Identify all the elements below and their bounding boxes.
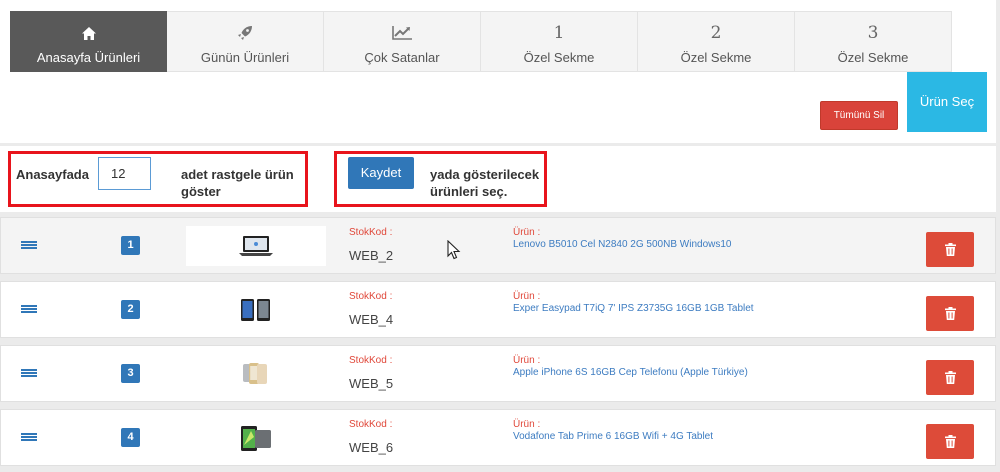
drag-handle-icon[interactable] bbox=[21, 305, 37, 316]
stock-code-value: WEB_2 bbox=[349, 248, 394, 263]
order-badge: 1 bbox=[121, 236, 140, 255]
count-prefix-label: Anasayfada bbox=[16, 167, 89, 182]
product-name-link[interactable]: Lenovo B5010 Cel N2840 2G 500NB Windows1… bbox=[513, 239, 731, 250]
drag-handle-icon[interactable] bbox=[21, 369, 37, 380]
trash-icon bbox=[944, 371, 956, 384]
alt-text-line1: yada gösterilecek bbox=[430, 167, 540, 182]
tab-custom-2[interactable]: 2 Özel Sekme bbox=[638, 11, 795, 72]
product-row: 4 StokKod : WEB_6 Ürün : Vodafone Tab Pr… bbox=[0, 409, 996, 466]
tab-daily-products[interactable]: Günün Ürünleri bbox=[167, 11, 324, 72]
stock-code-label: StokKod : bbox=[349, 419, 393, 430]
product-row: 1 StokKod : WEB_2 Ürün : Lenovo B5010 Ce… bbox=[0, 217, 996, 274]
product-row: 2 StokKod : WEB_4 Ürün : Exper Easypad T… bbox=[0, 281, 996, 338]
product-label: Ürün : bbox=[513, 291, 541, 302]
drag-handle-icon[interactable] bbox=[21, 241, 37, 252]
product-label: Ürün : bbox=[513, 419, 541, 430]
order-badge: 3 bbox=[121, 364, 140, 383]
delete-button[interactable] bbox=[926, 424, 974, 459]
product-label: Ürün : bbox=[513, 355, 541, 366]
mouse-cursor-icon bbox=[447, 240, 461, 260]
tab-label: Özel Sekme bbox=[680, 50, 752, 65]
stock-code-value: WEB_4 bbox=[349, 312, 394, 327]
select-products-button[interactable]: Ürün Seç bbox=[907, 72, 987, 132]
tab-label: Özel Sekme bbox=[837, 50, 909, 65]
tab-label: Anasayfa Ürünleri bbox=[36, 50, 141, 65]
rocket-icon bbox=[167, 23, 323, 43]
product-name-link[interactable]: Apple iPhone 6S 16GB Cep Telefonu (Apple… bbox=[513, 367, 748, 378]
product-label: Ürün : bbox=[513, 227, 541, 238]
trash-icon bbox=[944, 243, 956, 256]
count-suffix-line2: göster bbox=[181, 184, 221, 199]
product-thumbnail bbox=[186, 226, 326, 266]
delete-button[interactable] bbox=[926, 296, 974, 331]
tab-number: 2 bbox=[710, 23, 722, 43]
save-button[interactable]: Kaydet bbox=[348, 157, 414, 189]
product-name-link[interactable]: Vodafone Tab Prime 6 16GB Wifi + 4G Tabl… bbox=[513, 431, 713, 442]
stock-code-label: StokKod : bbox=[349, 227, 393, 238]
product-name-link[interactable]: Exper Easypad T7iQ 7' IPS Z3735G 16GB 1G… bbox=[513, 303, 754, 314]
tab-number: 1 bbox=[553, 23, 565, 43]
count-suffix-line1: adet rastgele ürün bbox=[181, 167, 294, 182]
random-count-input[interactable] bbox=[98, 157, 151, 190]
tab-number: 3 bbox=[867, 23, 879, 43]
product-thumbnail bbox=[186, 354, 326, 394]
stock-code-label: StokKod : bbox=[349, 355, 393, 366]
tab-best-sellers[interactable]: Çok Satanlar bbox=[324, 11, 481, 72]
random-products-settings: Anasayfada adet rastgele ürün göster Kay… bbox=[0, 146, 996, 212]
line-chart-icon bbox=[324, 23, 480, 43]
tab-custom-3[interactable]: 3 Özel Sekme bbox=[795, 11, 952, 72]
home-icon bbox=[11, 23, 166, 43]
stock-code-value: WEB_6 bbox=[349, 440, 394, 455]
order-badge: 4 bbox=[121, 428, 140, 447]
tab-bar: Anasayfa Ürünleri Günün Ürünleri Çok Sat… bbox=[10, 11, 952, 72]
trash-icon bbox=[944, 307, 956, 320]
product-thumbnail bbox=[186, 418, 326, 458]
drag-handle-icon[interactable] bbox=[21, 433, 37, 444]
tab-label: Çok Satanlar bbox=[364, 50, 440, 65]
delete-button[interactable] bbox=[926, 232, 974, 267]
tabs-panel: Anasayfa Ürünleri Günün Ürünleri Çok Sat… bbox=[0, 0, 996, 143]
tab-homepage-products[interactable]: Anasayfa Ürünleri bbox=[10, 11, 167, 72]
order-badge: 2 bbox=[121, 300, 140, 319]
stock-code-value: WEB_5 bbox=[349, 376, 394, 391]
stock-code-label: StokKod : bbox=[349, 291, 393, 302]
tab-label: Özel Sekme bbox=[523, 50, 595, 65]
trash-icon bbox=[944, 435, 956, 448]
clear-all-button[interactable]: Tümünü Sil bbox=[820, 101, 898, 130]
product-row: 3 StokKod : WEB_5 Ürün : Apple iPhone 6S… bbox=[0, 345, 996, 402]
product-thumbnail bbox=[186, 290, 326, 330]
tab-custom-1[interactable]: 1 Özel Sekme bbox=[481, 11, 638, 72]
alt-text-line2: ürünleri seç. bbox=[430, 184, 508, 199]
delete-button[interactable] bbox=[926, 360, 974, 395]
tab-label: Günün Ürünleri bbox=[200, 50, 290, 65]
